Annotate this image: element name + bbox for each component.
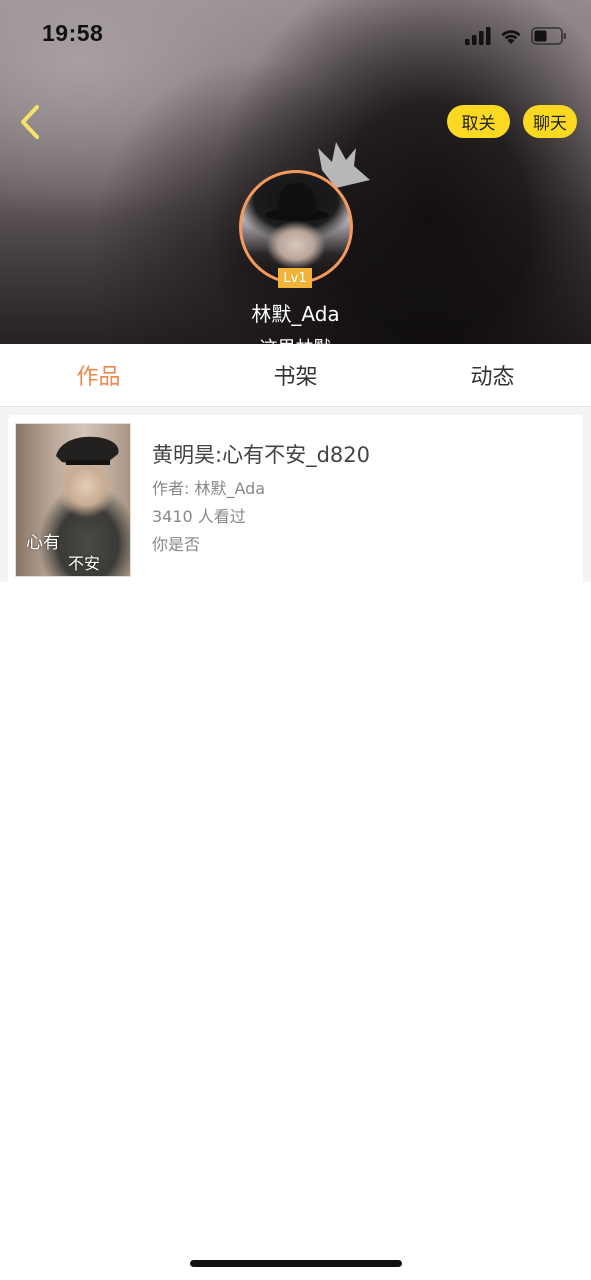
cover-title-part-1: 心有 bbox=[26, 533, 60, 553]
book-intro: 你是否 bbox=[152, 535, 201, 554]
cap-shape bbox=[56, 436, 119, 465]
profile-tabs: 作品 书架 动态 bbox=[0, 344, 591, 407]
battery-icon bbox=[531, 27, 566, 45]
profile-screen: 19:58 取关 聊天 Lv1 林默_Ada 作品 书架 动态 心有 不安 黄明… bbox=[0, 0, 591, 1280]
status-bar: 19:58 bbox=[0, 0, 591, 70]
status-time: 19:58 bbox=[42, 20, 104, 46]
book-title: 黄明昊:心有不安_d820 bbox=[152, 443, 370, 467]
status-icons bbox=[465, 24, 567, 48]
chat-button[interactable]: 聊天 bbox=[523, 105, 577, 138]
works-list: 心有 不安 黄明昊:心有不安_d820 作者: 林默_Ada 3410 人看过 … bbox=[0, 407, 591, 582]
chevron-left-icon bbox=[21, 105, 39, 139]
home-indicator[interactable] bbox=[190, 1260, 402, 1267]
wifi-icon bbox=[501, 30, 521, 44]
unfollow-button[interactable]: 取关 bbox=[447, 105, 510, 138]
tab-bookshelf[interactable]: 书架 bbox=[197, 344, 394, 406]
profile-signature: 这里林默 bbox=[0, 334, 591, 344]
book-cover[interactable]: 心有 不安 bbox=[15, 423, 131, 577]
tab-works[interactable]: 作品 bbox=[0, 344, 197, 406]
tab-activity[interactable]: 动态 bbox=[394, 344, 591, 406]
cellular-signal-icon bbox=[465, 27, 491, 45]
cover-title-part-2: 不安 bbox=[68, 554, 101, 573]
profile-header-background: 19:58 取关 聊天 Lv1 林默_Ada bbox=[0, 0, 591, 344]
back-button[interactable] bbox=[12, 102, 48, 142]
avatar[interactable] bbox=[239, 170, 353, 284]
list-item[interactable]: 心有 不安 黄明昊:心有不安_d820 作者: 林默_Ada 3410 人看过 … bbox=[8, 415, 583, 582]
username: 林默_Ada bbox=[251, 302, 340, 326]
hat-shape bbox=[265, 183, 329, 221]
book-views: 3410 人看过 bbox=[152, 507, 246, 526]
level-badge: Lv1 bbox=[278, 268, 312, 288]
book-author: 作者: 林默_Ada bbox=[152, 479, 266, 498]
